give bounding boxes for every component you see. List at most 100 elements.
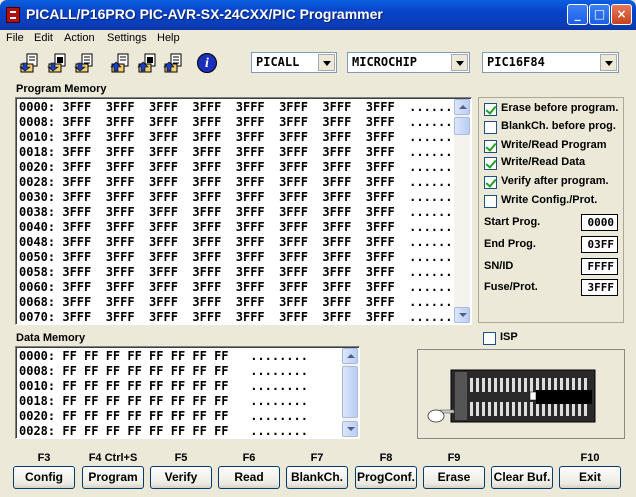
option-label: Erase before program. xyxy=(501,102,619,114)
progconf-button[interactable]: ProgConf. xyxy=(355,466,417,489)
checkbox[interactable] xyxy=(484,176,497,189)
checkbox[interactable] xyxy=(484,157,497,170)
data-memory-scrollbar[interactable] xyxy=(342,348,358,437)
title-bar[interactable]: PICALL/P16PRO PIC-AVR-SX-24CXX/PIC Progr… xyxy=(0,0,636,30)
minimize-button[interactable]: _ xyxy=(567,4,588,25)
isp-checkbox[interactable] xyxy=(483,332,496,345)
menu-help[interactable]: Help xyxy=(157,32,180,44)
programmer-select[interactable]: PICALL xyxy=(251,52,337,73)
program-memory-row: 0070: 3FFF 3FFF 3FFF 3FFF 3FFF 3FFF 3FFF… xyxy=(19,310,467,324)
program-button[interactable]: Program xyxy=(82,466,144,489)
start-prog-field[interactable]: 0000 xyxy=(581,214,618,231)
device-select-value: PIC16F84 xyxy=(487,55,545,69)
read-button[interactable]: Read xyxy=(218,466,280,489)
option-label: Write Config./Prot. xyxy=(501,194,598,206)
checkbox[interactable] xyxy=(484,103,497,116)
data-memory-row: 0028: FF FF FF FF FF FF FF FF ........ xyxy=(19,424,308,438)
fkey-f3: F3 xyxy=(37,452,51,464)
data-memory-row: 0020: FF FF FF FF FF FF FF FF ........ xyxy=(19,409,308,423)
program-memory-view[interactable]: 0000: 3FFF 3FFF 3FFF 3FFF 3FFF 3FFF 3FFF… xyxy=(15,97,472,325)
program-memory-row: 0038: 3FFF 3FFF 3FFF 3FFF 3FFF 3FFF 3FFF… xyxy=(19,205,467,219)
chevron-down-icon[interactable] xyxy=(451,54,468,71)
checkbox[interactable] xyxy=(484,140,497,153)
end-prog-label: End Prog. xyxy=(484,238,536,250)
fkey-f9: F9 xyxy=(447,452,461,464)
program-memory-row: 0008: 3FFF 3FFF 3FFF 3FFF 3FFF 3FFF 3FFF… xyxy=(19,115,467,129)
program-memory-row: 0000: 3FFF 3FFF 3FFF 3FFF 3FFF 3FFF 3FFF… xyxy=(19,100,467,114)
fkey-f5: F5 xyxy=(174,452,188,464)
program-memory-scrollbar[interactable] xyxy=(454,99,470,323)
program-memory-row: 0020: 3FFF 3FFF 3FFF 3FFF 3FFF 3FFF 3FFF… xyxy=(19,160,467,174)
data-memory-row: 0010: FF FF FF FF FF FF FF FF ........ xyxy=(19,379,308,393)
info-icon[interactable]: i xyxy=(197,53,217,73)
save-file-icon[interactable] xyxy=(110,52,132,74)
maximize-button[interactable]: □ xyxy=(589,4,610,25)
fkey-f10: F10 xyxy=(580,452,600,464)
end-prog-field[interactable]: 03FF xyxy=(581,236,618,253)
open-program-icon[interactable] xyxy=(47,52,69,74)
verify-button[interactable]: Verify xyxy=(150,466,212,489)
program-memory-row: 0028: 3FFF 3FFF 3FFF 3FFF 3FFF 3FFF 3FFF… xyxy=(19,175,467,189)
menu-action[interactable]: Action xyxy=(64,32,95,44)
program-memory-row: 0068: 3FFF 3FFF 3FFF 3FFF 3FFF 3FFF 3FFF… xyxy=(19,295,467,309)
program-memory-row: 0010: 3FFF 3FFF 3FFF 3FFF 3FFF 3FFF 3FFF… xyxy=(19,130,467,144)
exit-button[interactable]: Exit xyxy=(559,466,621,489)
fkey-f7: F7 xyxy=(310,452,324,464)
chevron-down-icon[interactable] xyxy=(318,54,335,71)
program-memory-row: 0058: 3FFF 3FFF 3FFF 3FFF 3FFF 3FFF 3FFF… xyxy=(19,265,467,279)
fkey-f4: F4 Ctrl+S xyxy=(88,452,138,464)
app-icon xyxy=(6,7,20,23)
menu-file[interactable]: File xyxy=(6,32,24,44)
chip-socket-image xyxy=(417,349,625,439)
fkey-f8: F8 xyxy=(379,452,393,464)
data-memory-row: 0018: FF FF FF FF FF FF FF FF ........ xyxy=(19,394,308,408)
clear-buffer-button[interactable]: Clear Buf. xyxy=(491,466,553,489)
program-memory-row: 0060: 3FFF 3FFF 3FFF 3FFF 3FFF 3FFF 3FFF… xyxy=(19,280,467,294)
fkey-f6: F6 xyxy=(242,452,256,464)
fuse-prot-label: Fuse/Prot. xyxy=(484,281,538,293)
option-label: Write/Read Data xyxy=(501,156,586,168)
scroll-down-icon[interactable] xyxy=(342,421,358,437)
blankcheck-button[interactable]: BlankCh. xyxy=(286,466,348,489)
data-memory-row: 0000: FF FF FF FF FF FF FF FF ........ xyxy=(19,349,308,363)
program-memory-row: 0050: 3FFF 3FFF 3FFF 3FFF 3FFF 3FFF 3FFF… xyxy=(19,250,467,264)
option-label: Write/Read Program xyxy=(501,139,607,151)
scroll-up-icon[interactable] xyxy=(342,348,358,364)
erase-button[interactable]: Erase xyxy=(423,466,485,489)
checkbox[interactable] xyxy=(484,195,497,208)
close-button[interactable]: × xyxy=(611,4,632,25)
data-memory-label: Data Memory xyxy=(16,332,86,344)
start-prog-label: Start Prog. xyxy=(484,216,541,228)
window-title: PICALL/P16PRO PIC-AVR-SX-24CXX/PIC Progr… xyxy=(26,6,383,22)
scroll-up-icon[interactable] xyxy=(454,99,470,115)
data-memory-view[interactable]: 0000: FF FF FF FF FF FF FF FF ........ 0… xyxy=(15,346,360,439)
zif-socket-icon xyxy=(427,369,596,423)
menu-edit[interactable]: Edit xyxy=(34,32,53,44)
fuse-prot-field[interactable]: 3FFF xyxy=(581,279,618,296)
scroll-down-icon[interactable] xyxy=(454,307,470,323)
program-memory-row: 0040: 3FFF 3FFF 3FFF 3FFF 3FFF 3FFF 3FFF… xyxy=(19,220,467,234)
scroll-thumb[interactable] xyxy=(342,366,358,418)
chevron-down-icon[interactable] xyxy=(600,54,617,71)
open-file-icon[interactable] xyxy=(19,52,41,74)
data-memory-row: 0008: FF FF FF FF FF FF FF FF ........ xyxy=(19,364,308,378)
option-label: Verify after program. xyxy=(501,175,609,187)
option-label: BlankCh. before prog. xyxy=(501,120,616,132)
save-data-icon[interactable] xyxy=(163,52,185,74)
program-memory-row: 0030: 3FFF 3FFF 3FFF 3FFF 3FFF 3FFF 3FFF… xyxy=(19,190,467,204)
sn-id-field[interactable]: FFFF xyxy=(581,258,618,275)
programmer-select-value: PICALL xyxy=(256,55,300,69)
menu-settings[interactable]: Settings xyxy=(107,32,147,44)
save-program-icon[interactable] xyxy=(137,52,159,74)
program-memory-row: 0048: 3FFF 3FFF 3FFF 3FFF 3FFF 3FFF 3FFF… xyxy=(19,235,467,249)
config-button[interactable]: Config xyxy=(13,466,75,489)
program-memory-label: Program Memory xyxy=(16,83,107,95)
manufacturer-select[interactable]: MICROCHIP xyxy=(347,52,470,73)
manufacturer-select-value: MICROCHIP xyxy=(352,55,418,69)
scroll-thumb[interactable] xyxy=(454,117,470,135)
menu-bar: File Edit Action Settings Help xyxy=(0,30,636,49)
program-memory-row: 0018: 3FFF 3FFF 3FFF 3FFF 3FFF 3FFF 3FFF… xyxy=(19,145,467,159)
open-data-icon[interactable] xyxy=(74,52,96,74)
checkbox[interactable] xyxy=(484,121,497,134)
device-select[interactable]: PIC16F84 xyxy=(482,52,619,73)
